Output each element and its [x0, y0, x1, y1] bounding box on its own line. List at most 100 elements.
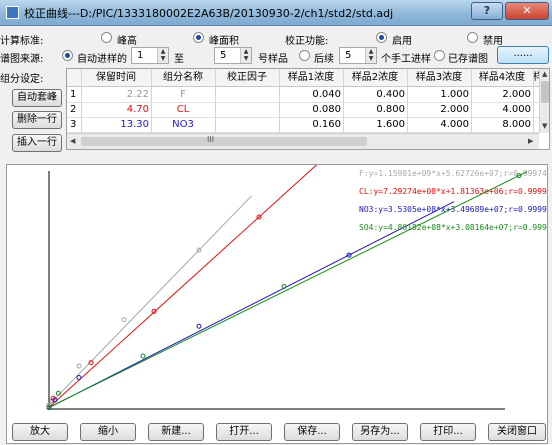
radio-stored-chromatogram[interactable] [434, 50, 445, 61]
column-divider [151, 69, 152, 133]
radio-auto-injection[interactable] [62, 50, 73, 61]
cell-sample2-conc[interactable]: 0.800 [343, 103, 407, 117]
cell-retention-time[interactable]: 13.30 [81, 118, 151, 132]
column-divider [471, 69, 472, 133]
table-row[interactable]: 2 4.70 CL 0.080 0.800 2.000 4.000 [67, 103, 539, 118]
cell-row-index[interactable]: 2 [67, 103, 81, 117]
help-button[interactable]: ? [471, 2, 503, 20]
cell-sample1-conc[interactable]: 0.040 [279, 88, 343, 102]
new-button[interactable]: 新建... [148, 423, 204, 441]
col-header-retention-time: 保留时间 [96, 72, 136, 83]
calc-standard-label: 计算标准: [0, 36, 44, 47]
cell-sample1-conc[interactable]: 0.160 [279, 118, 343, 132]
table-vertical-scrollbar[interactable]: ▲ ▼ [539, 69, 549, 133]
client-area: 计算标准: 峰高 峰面积 校正功能: 启用 禁用 谱图来源: 自动进样的 1 ▲… [0, 26, 552, 445]
table-row[interactable]: 3 13.30 NO3 0.160 1.600 4.000 8.000 [67, 118, 539, 133]
cell-component-name[interactable]: CL [151, 103, 215, 117]
cell-row-index[interactable]: 3 [67, 118, 81, 132]
radio-enable[interactable] [376, 32, 387, 43]
scroll-left-icon[interactable]: ◀ [70, 137, 75, 145]
series-line-cl [48, 165, 318, 408]
calibration-function-label: 校正功能: [285, 36, 329, 47]
save-as-button[interactable]: 另存为... [352, 423, 408, 441]
browse-button[interactable]: ...... [497, 46, 549, 64]
cell-component-name[interactable]: NO3 [151, 118, 215, 132]
peak-area-label: 峰面积 [209, 36, 239, 47]
scroll-up-icon[interactable]: ▲ [542, 70, 547, 78]
col-header-sample1: 样品1浓度 [287, 72, 335, 83]
component-table: 保留时间 组分名称 校正因子 样品1浓度 样品2浓度 样品3浓度 样品4浓度 样… [66, 68, 550, 150]
from-stepper[interactable]: 1 ▲ ▼ [131, 47, 169, 64]
col-header-sample3: 样品3浓度 [415, 72, 463, 83]
equation-label-cl: CL:y=7.29274e+08*x+1.81363e+06;r=0.99997… [359, 187, 547, 196]
follow-stepper-arrows-icon[interactable]: ▲ ▼ [365, 48, 376, 63]
radio-peak-area[interactable] [193, 32, 204, 43]
horizontal-scroll-thumb[interactable]: III [81, 135, 367, 146]
cell-correction-factor[interactable] [215, 103, 279, 117]
table-header: 保留时间 组分名称 校正因子 样品1浓度 样品2浓度 样品3浓度 样品4浓度 样 [67, 69, 549, 87]
follow-label: 后续 [314, 54, 334, 65]
insert-row-button[interactable]: 插入一行 [12, 134, 62, 152]
radio-follow[interactable] [299, 50, 310, 61]
scroll-down-icon[interactable]: ▼ [542, 122, 547, 130]
zoom-out-button[interactable]: 缩小 [80, 423, 136, 441]
auto-peak-button[interactable]: 自动套峰 [12, 89, 62, 107]
col-header-index [67, 71, 81, 85]
zoom-in-button[interactable]: 放大 [12, 423, 68, 441]
to-label: 至 [174, 54, 184, 65]
cell-retention-time[interactable]: 2.22 [81, 88, 151, 102]
table-horizontal-scrollbar[interactable]: ◀ III ▶ [67, 133, 539, 149]
vertical-scroll-thumb[interactable] [541, 81, 549, 103]
manual-injection-label: 个手工进样 [381, 54, 431, 65]
scroll-grip: III [207, 135, 215, 144]
to-stepper[interactable]: 5 ▲ ▼ [214, 47, 252, 64]
cell-sample3-conc[interactable]: 1.000 [407, 88, 471, 102]
cell-sample4-conc[interactable]: 8.000 [471, 118, 533, 132]
equation-label-so4: SO4:y=4.80182e+08*x+3.08164e+07;r=0.9999… [359, 223, 547, 232]
enable-label: 启用 [392, 36, 412, 47]
calibration-chart: F:y=1.15981e+09*x+5.62726e+07;r=0.999743… [6, 164, 548, 444]
open-button[interactable]: 打开... [216, 423, 272, 441]
cell-sample3-conc[interactable]: 2.000 [407, 103, 471, 117]
delete-row-button[interactable]: 删除一行 [12, 111, 62, 129]
cell-correction-factor[interactable] [215, 88, 279, 102]
follow-stepper[interactable]: 5 ▲ ▼ [339, 47, 377, 64]
save-button[interactable]: 保存... [284, 423, 340, 441]
series-line-f [48, 195, 252, 406]
series-line-no3 [48, 201, 455, 409]
column-divider [533, 69, 534, 133]
window-title: 校正曲线---D:/PIC/1333180002E2A63B/20130930-… [24, 7, 394, 20]
radio-disable[interactable] [467, 32, 478, 43]
close-window-button[interactable]: 关闭窗口 [488, 423, 546, 441]
cell-retention-time[interactable]: 4.70 [81, 103, 151, 117]
group-settings-label: 组分设定: [0, 74, 44, 85]
auto-injection-label: 自动进样的 [77, 54, 127, 65]
close-button[interactable]: ✕ [505, 2, 549, 20]
title-bar: 校正曲线---D:/PIC/1333180002E2A63B/20130930-… [0, 0, 552, 26]
table-row[interactable]: 1 2.22 F 0.040 0.400 1.000 2.000 [67, 88, 539, 103]
cell-correction-factor[interactable] [215, 118, 279, 132]
cell-row-index[interactable]: 1 [67, 88, 81, 102]
to-stepper-arrows-icon[interactable]: ▲ ▼ [240, 48, 251, 63]
cell-component-name[interactable]: F [151, 88, 215, 102]
cell-sample3-conc[interactable]: 4.000 [407, 118, 471, 132]
follow-value: 5 [345, 50, 352, 61]
cell-sample2-conc[interactable]: 0.400 [343, 88, 407, 102]
cell-sample4-conc[interactable]: 4.000 [471, 103, 533, 117]
cell-sample4-conc[interactable]: 2.000 [471, 88, 533, 102]
radio-peak-height[interactable] [101, 32, 112, 43]
app-icon [6, 6, 19, 19]
data-point-no3 [76, 375, 82, 381]
scroll-right-icon[interactable]: ▶ [528, 137, 533, 145]
calc-standard-row: 计算标准: 峰高 峰面积 校正功能: 启用 禁用 [0, 28, 552, 48]
col-header-correction-factor: 校正因子 [227, 72, 267, 83]
data-point-f [76, 363, 82, 369]
cell-sample2-conc[interactable]: 1.600 [343, 118, 407, 132]
from-stepper-arrows-icon[interactable]: ▲ ▼ [157, 48, 168, 63]
from-value: 1 [137, 50, 144, 61]
column-divider [279, 69, 280, 133]
col-header-sample4: 样品4浓度 [478, 72, 526, 83]
source-row: 谱图来源: 自动进样的 1 ▲ ▼ 至 5 ▲ ▼ 号样品 后续 5 ▲ ▼ 个手工进… [0, 46, 552, 66]
cell-sample1-conc[interactable]: 0.080 [279, 103, 343, 117]
print-button[interactable]: 打印... [420, 423, 476, 441]
